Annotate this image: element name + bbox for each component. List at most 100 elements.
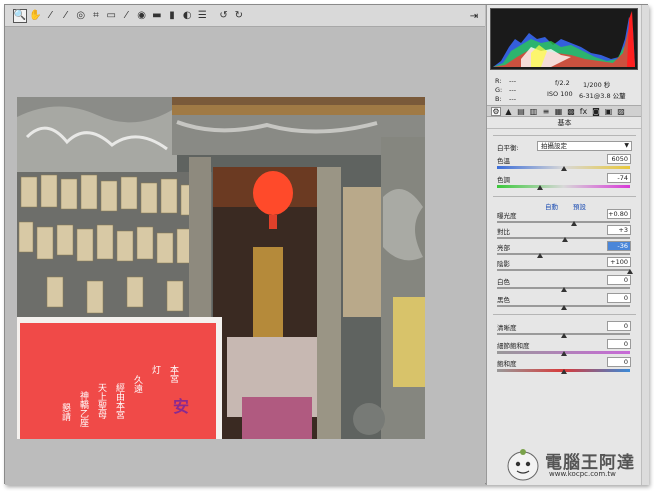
shadows-slider-thumb[interactable]: [627, 269, 633, 274]
contrast-value-field[interactable]: +3: [607, 225, 631, 235]
temp-value-field[interactable]: 6050: [607, 154, 631, 164]
whites-label: 白色: [497, 278, 510, 286]
lens-info: 6-31@3.8 公釐: [579, 92, 626, 100]
highlights-slider-thumb[interactable]: [536, 253, 543, 258]
tint-label: 色調: [497, 176, 510, 184]
sign-line: 懇請: [60, 403, 70, 421]
white-balance-select[interactable]: 拍攝設定 ▼: [537, 141, 632, 151]
chevron-down-icon: ▼: [624, 142, 629, 149]
clarity-label: 清晰度: [497, 324, 517, 332]
highlights-slider-track[interactable]: [497, 253, 630, 255]
default-link[interactable]: 預設: [573, 201, 586, 211]
panel-tab-4[interactable]: ≡: [541, 107, 551, 116]
histogram: [490, 8, 638, 70]
hand-tool-icon[interactable]: ✋: [28, 9, 42, 23]
whites-slider-thumb[interactable]: [560, 287, 567, 292]
panel-tab-9[interactable]: ▣: [604, 107, 614, 116]
panel-tab-8[interactable]: ◙: [591, 107, 601, 116]
tint-slider-thumb[interactable]: [536, 185, 543, 190]
watermark-url: www.kocpc.com.tw: [549, 470, 616, 478]
temp-label: 色溫: [497, 157, 510, 165]
highlights-label: 亮部: [497, 244, 510, 252]
crop-tool-icon[interactable]: ⌗: [89, 9, 103, 23]
preferences-tool-icon[interactable]: ☰: [195, 9, 209, 23]
exposure-value-field[interactable]: +0.80: [607, 209, 631, 219]
panel-tab-7[interactable]: fx: [579, 107, 589, 116]
panel-tab-6[interactable]: ▩: [566, 107, 576, 116]
clarity-slider-thumb[interactable]: [560, 333, 567, 338]
radial-filter-tool-icon[interactable]: ◐: [180, 9, 194, 23]
sign-line: 灯: [150, 365, 160, 374]
shadows-value-field[interactable]: +100: [607, 257, 631, 267]
exposure-slider-track[interactable]: [497, 221, 630, 223]
color-sampler-tool-icon[interactable]: ⁄: [59, 9, 73, 23]
targeted-adjustment-tool-icon[interactable]: ◎: [74, 9, 88, 23]
open-preferences-button[interactable]: ⇥: [467, 9, 481, 23]
panel-tab-3[interactable]: ▥: [529, 107, 539, 116]
zoom-tool-icon[interactable]: 🔍: [13, 9, 27, 23]
tint-value-field[interactable]: -74: [607, 173, 631, 183]
straighten-tool-icon[interactable]: ▭: [104, 9, 118, 23]
divider: [493, 196, 636, 197]
blacks-slider-thumb[interactable]: [560, 305, 567, 310]
saturation-slider-thumb[interactable]: [560, 369, 567, 374]
watermark: 電腦王阿達 www.kocpc.com.tw: [505, 448, 650, 484]
shadows-slider-track[interactable]: [497, 269, 630, 271]
sign-right-text: 安: [173, 397, 190, 416]
divider: [493, 135, 636, 136]
exposure-label: 曝光度: [497, 212, 517, 220]
shadows-label: 陰影: [497, 260, 510, 268]
red-eye-tool-icon[interactable]: ◉: [135, 9, 149, 23]
vibrance-value-field[interactable]: 0: [607, 339, 631, 349]
panel-tab-1[interactable]: ▲: [504, 107, 514, 116]
contrast-slider-thumb[interactable]: [561, 237, 568, 242]
saturation-label: 飽和度: [497, 360, 517, 368]
saturation-value-field[interactable]: 0: [607, 357, 631, 367]
exposure-slider-thumb[interactable]: [571, 221, 578, 226]
sign-line: 久遠: [132, 375, 142, 393]
blacks-value-field[interactable]: 0: [607, 293, 631, 303]
white-balance-value: 拍攝設定: [541, 142, 567, 150]
toolbar: 🔍 ✋ ⁄ ⁄ ◎ ⌗ ▭ ⁄ ◉ ▬ ▮ ◐ ☰ ↺ ↻ ⇥: [5, 5, 485, 27]
white-balance-tool-icon[interactable]: ⁄: [43, 9, 57, 23]
contrast-label: 對比: [497, 228, 510, 236]
tint-slider-track[interactable]: [497, 185, 630, 188]
r-value: ---: [509, 77, 517, 85]
adjustment-brush-tool-icon[interactable]: ▬: [150, 9, 164, 23]
spot-removal-tool-icon[interactable]: ⁄: [119, 9, 133, 23]
sign-text: 本宮 灯 久遠 經由本宮 天上聖母 神轎乙座 懇請: [41, 365, 191, 439]
panel-tabs: ⚙ ▲ ▤ ▥ ≡ ▦ ▩ fx ◙ ▣ ▨: [487, 105, 642, 117]
auto-link[interactable]: 自動: [545, 201, 558, 211]
adjustments-panel: R: --- G: --- B: --- f/2.2 1/200 秒 ISO 1…: [486, 5, 649, 485]
panel-scrollbar[interactable]: [641, 5, 649, 485]
panel-tab-2[interactable]: ▤: [516, 107, 526, 116]
aperture: f/2.2: [555, 79, 570, 87]
preview-canvas[interactable]: 本宮 灯 久遠 經由本宮 天上聖母 神轎乙座 懇請 安: [5, 28, 485, 485]
panel-tab-0[interactable]: ⚙: [491, 107, 501, 116]
divider: [493, 314, 636, 315]
panel-tab-10[interactable]: ▨: [616, 107, 626, 116]
highlights-value-field[interactable]: -36: [607, 241, 631, 251]
histogram-graph: [493, 11, 635, 67]
blacks-label: 黑色: [497, 296, 510, 304]
rotate-left-tool-icon[interactable]: ↺: [217, 9, 231, 23]
camera-info: R: --- G: --- B: --- f/2.2 1/200 秒 ISO 1…: [487, 73, 642, 103]
panel-tab-5[interactable]: ▦: [554, 107, 564, 116]
sign-line: 經由本宮: [114, 383, 124, 419]
section-title: 基本: [487, 118, 642, 129]
mascot-icon: [507, 449, 539, 481]
b-value: ---: [509, 95, 517, 103]
temp-slider-thumb[interactable]: [560, 166, 567, 171]
sign-line: 本宮: [168, 365, 178, 383]
clarity-value-field[interactable]: 0: [607, 321, 631, 331]
photo-preview[interactable]: 本宮 灯 久遠 經由本宮 天上聖母 神轎乙座 懇請 安: [17, 97, 425, 439]
g-label: G:: [495, 86, 503, 94]
sign-line: 神轎乙座: [78, 391, 88, 427]
rotate-right-tool-icon[interactable]: ↻: [232, 9, 246, 23]
white-balance-label: 白平衡:: [497, 144, 519, 152]
iso: ISO 100: [547, 90, 573, 98]
whites-value-field[interactable]: 0: [607, 275, 631, 285]
graduated-filter-tool-icon[interactable]: ▮: [165, 9, 179, 23]
shutter-speed: 1/200 秒: [583, 81, 611, 89]
vibrance-slider-thumb[interactable]: [560, 351, 567, 356]
